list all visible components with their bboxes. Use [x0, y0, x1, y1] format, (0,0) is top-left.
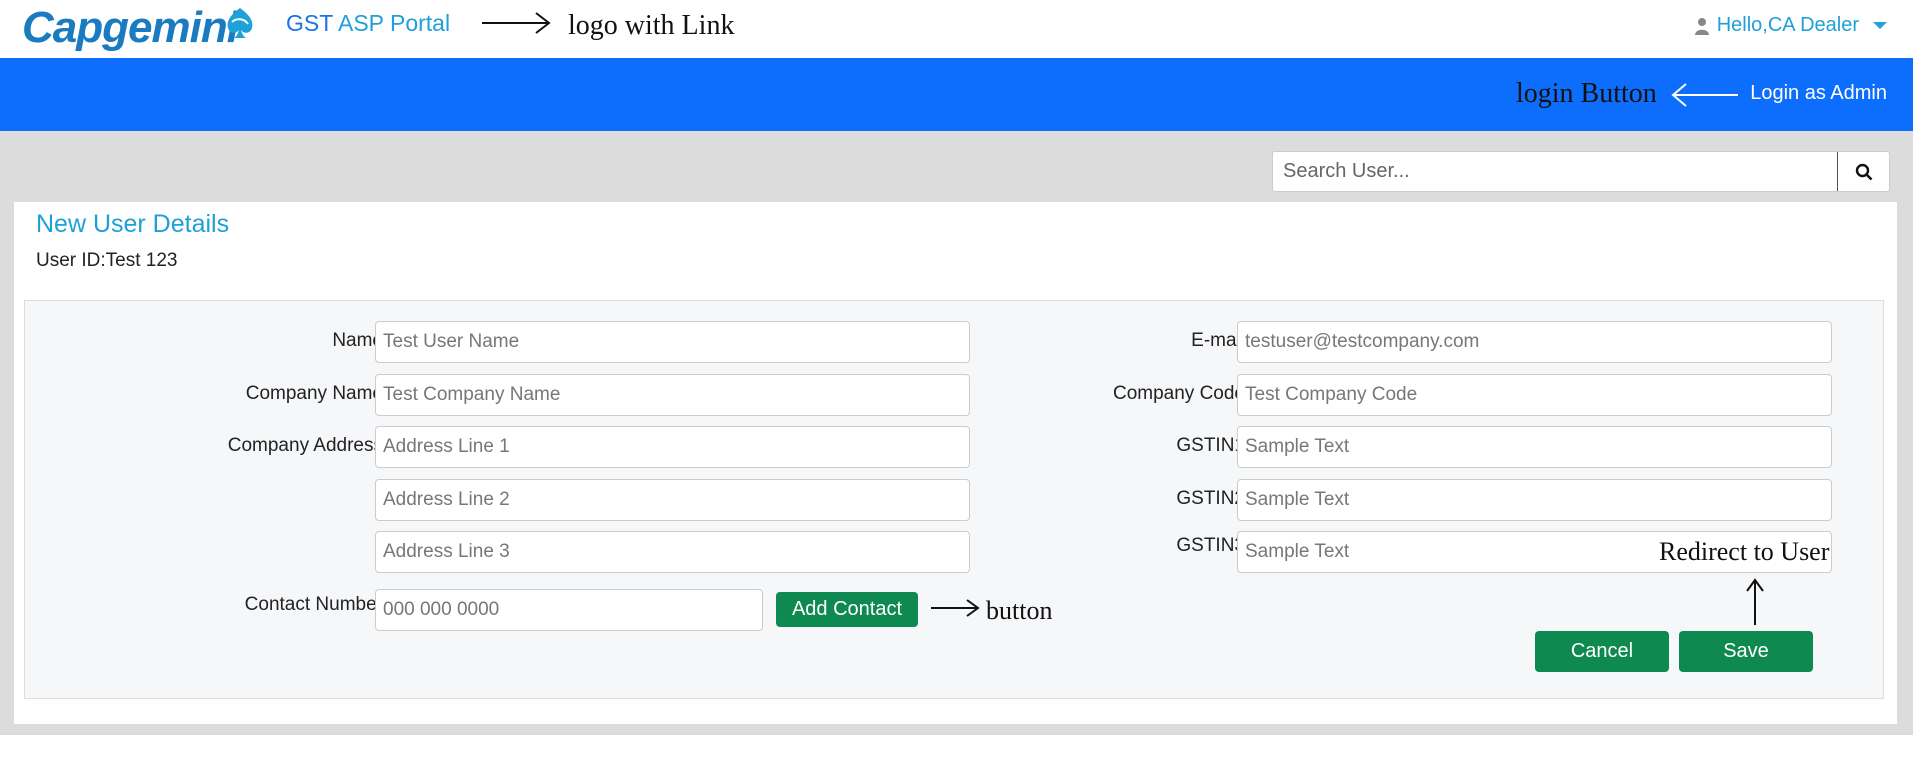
company-address-label: Company Address: [227, 435, 383, 456]
save-button[interactable]: Save: [1679, 631, 1813, 672]
portal-title[interactable]: GST ASP Portal: [286, 10, 450, 37]
email-input[interactable]: [1237, 321, 1832, 363]
new-user-card: New User Details User ID:Test 123 Name C…: [14, 202, 1897, 724]
gstin2-input[interactable]: [1237, 479, 1832, 521]
company-code-input[interactable]: [1237, 374, 1832, 416]
user-menu-dropdown[interactable]: Hello,CA Dealer: [1694, 14, 1887, 37]
add-contact-button[interactable]: Add Contact: [776, 592, 918, 627]
portal-title-gst: GST: [286, 10, 333, 36]
contact-number-input[interactable]: [375, 589, 763, 631]
search-icon: [1855, 163, 1872, 180]
add-contact-annotation: button: [986, 596, 1053, 625]
capgemini-spade-icon: [227, 8, 253, 38]
nav-bar: login Button Login as Admin: [0, 58, 1913, 131]
redirect-annotation: Redirect to User: [1659, 537, 1830, 567]
search-button[interactable]: [1837, 152, 1889, 191]
name-label: Name: [332, 330, 383, 351]
top-header: Capgemini GST ASP Portal logo with Link …: [0, 0, 1913, 58]
cancel-button[interactable]: Cancel: [1535, 631, 1669, 672]
user-id-text: User ID:Test 123: [36, 250, 178, 271]
company-name-input[interactable]: [375, 374, 970, 416]
logo-annotation: logo with Link: [568, 10, 735, 41]
gstin3-label: GSTIN3: [1176, 535, 1245, 556]
company-name-label: Company Name: [245, 383, 383, 404]
address-line-2-input[interactable]: [375, 479, 970, 521]
brand-logo-link[interactable]: Capgemini: [22, 2, 239, 54]
company-code-label: Company Code: [1112, 383, 1245, 404]
search-user-input[interactable]: [1273, 152, 1837, 191]
email-label: E-mail: [1191, 330, 1245, 351]
login-annotation: login Button: [1516, 78, 1657, 109]
gstin2-label: GSTIN2: [1176, 488, 1245, 509]
arrow-up-icon: [1746, 578, 1764, 625]
user-form: Name Company Name Company Address Contac…: [24, 300, 1884, 699]
login-as-admin-button[interactable]: Login as Admin: [1750, 82, 1887, 105]
person-icon: [1694, 17, 1709, 35]
search-bar: [1272, 151, 1890, 192]
caret-down-icon: [1873, 22, 1887, 29]
gstin1-input[interactable]: [1237, 426, 1832, 468]
arrow-left-icon: [1671, 83, 1738, 107]
contact-number-label: Contact Number: [244, 594, 383, 615]
user-menu-label: Hello,CA Dealer: [1716, 14, 1859, 36]
arrow-right-icon: [482, 12, 551, 34]
name-input[interactable]: [375, 321, 970, 363]
brand-logo-text: Capgemini: [22, 3, 239, 52]
gstin1-label: GSTIN1: [1176, 435, 1245, 456]
arrow-right-icon: [931, 599, 980, 617]
address-line-3-input[interactable]: [375, 531, 970, 573]
portal-title-asp: ASP Portal: [338, 10, 451, 36]
page-title: New User Details: [36, 210, 230, 238]
address-line-1-input[interactable]: [375, 426, 970, 468]
